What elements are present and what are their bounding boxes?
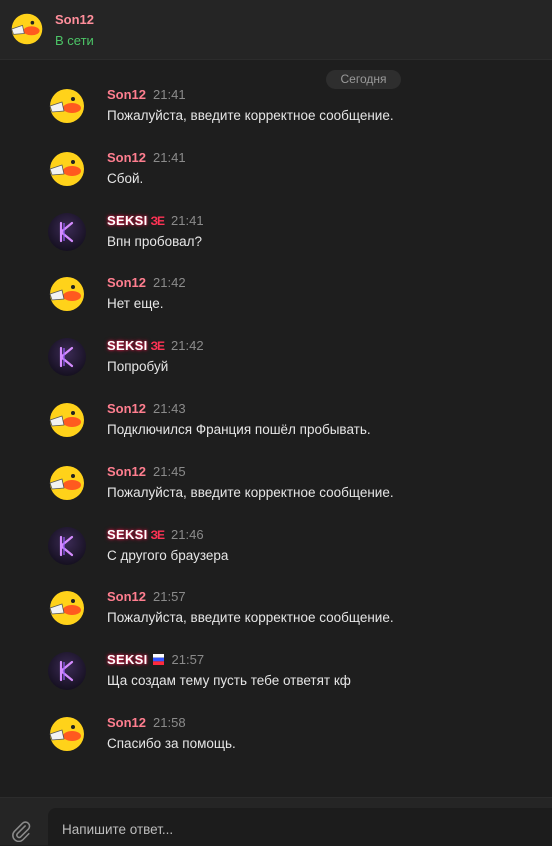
author-name[interactable]: Son12 [107,401,146,416]
message-time: 21:46 [171,526,204,542]
message-text: Впн пробовал? [107,233,203,249]
chat-title[interactable]: Son12 [55,12,94,27]
author-badge: ЗЕ [150,339,165,354]
message-row: SEKSI 21:57 Ща создам тему пусть тебе отве… [0,649,552,712]
message-meta: Son12 21:58 [107,715,186,730]
duck-avatar-icon[interactable] [47,400,87,440]
message-meta: SEKSI ЗЕ 21:42 [107,338,204,353]
message-text: Спасибо за помощь. [107,735,236,751]
paperclip-icon[interactable] [10,820,32,842]
message-row: Son12 21:43 Подключился Франция пошёл проб… [0,398,552,461]
author-name[interactable]: Son12 [107,715,146,730]
duck-avatar-icon[interactable] [47,714,87,754]
message-time: 21:43 [153,400,186,416]
composer-bar: Напишите ответ... [0,797,552,846]
duck-avatar-icon[interactable] [47,149,87,189]
k-avatar-icon[interactable] [47,526,87,566]
message-meta: Son12 21:43 [107,401,186,416]
message-row: SEKSI ЗЕ 21:46 С другого браузера [0,524,552,587]
duck-avatar-icon[interactable] [9,11,45,47]
message-input[interactable]: Напишите ответ... [48,808,552,846]
message-text: Пожалуйста, введите корректное сообщение… [107,108,394,123]
k-avatar-icon[interactable] [47,212,87,252]
message-time: 21:57 [153,589,186,605]
message-row: Son12 21:42 Нет еще. [0,272,552,335]
message-text: Попробуй [107,359,169,375]
message-text: С другого браузера [107,547,229,563]
author-name[interactable]: Son12 [107,589,146,604]
author-badge: ЗЕ [150,527,165,542]
message-time: 21:42 [171,338,204,354]
duck-avatar-icon[interactable] [47,588,87,628]
message-time: 21:41 [171,212,204,228]
duck-avatar-icon[interactable] [47,463,87,503]
message-meta: Son12 21:41 [107,87,186,102]
duck-avatar-icon[interactable] [47,274,87,314]
author-name[interactable]: SEKSI [107,213,148,228]
message-row: SEKSI ЗЕ 21:42 Попробуй [0,335,552,398]
message-meta: SEKSI 21:57 [107,652,204,667]
message-time: 21:57 [171,652,205,668]
message-meta: Son12 21:41 [107,150,186,165]
message-text: Пожалуйста, введите корректное сообщение… [107,484,394,500]
message-meta: Son12 21:42 [107,275,186,290]
author-name[interactable]: Son12 [107,275,146,290]
k-avatar-icon[interactable] [47,651,87,691]
russia-flag-icon [148,652,165,667]
message-meta: Son12 21:57 [107,589,186,604]
message-row: Son12 21:57 Пожалуйста, введите корректное… [0,586,552,649]
message-text: Ща создам тему пусть тебе ответят кф [107,673,351,689]
message-time: 21:41 [153,149,186,165]
message-meta: SEKSI ЗЕ 21:46 [107,527,204,542]
message-text: Сбой. [107,170,144,186]
message-time: 21:58 [153,714,186,730]
message-text: Подключился Франция пошёл пробывать. [107,421,371,437]
k-avatar-icon[interactable] [47,337,87,377]
chat-header: Son12 В сети [0,0,552,60]
message-time: 21:42 [153,275,186,291]
message-text: Пожалуйста, введите корректное сообщение… [107,610,394,626]
author-name[interactable]: Son12 [107,464,146,479]
message-row: Son12 21:41 Пожалуйста, введите корректное… [0,84,552,147]
message-row: Son12 21:41 Сбой. [0,147,552,210]
message-time: 21:45 [153,463,186,479]
message-row: Son12 21:58 Спасибо за помощь. [0,712,552,775]
author-name[interactable]: Son12 [107,150,146,165]
message-row: SEKSI ЗЕ 21:41 Впн пробовал? [0,210,552,273]
message-meta: Son12 21:45 [107,464,186,479]
author-name[interactable]: SEKSI [107,652,148,667]
online-status: В сети [55,33,94,48]
author-name[interactable]: SEKSI [107,527,148,542]
author-name[interactable]: SEKSI [107,338,148,353]
author-name[interactable]: Son12 [107,87,146,102]
message-list: Son12 21:41 Пожалуйста, введите корректное… [0,84,552,775]
message-row: Son12 21:45 Пожалуйста, введите корректное… [0,461,552,524]
message-time: 21:41 [153,87,186,102]
author-badge: ЗЕ [150,213,165,228]
message-text: Нет еще. [107,296,164,312]
message-meta: SEKSI ЗЕ 21:41 [107,213,204,228]
duck-avatar-icon[interactable] [47,86,87,126]
